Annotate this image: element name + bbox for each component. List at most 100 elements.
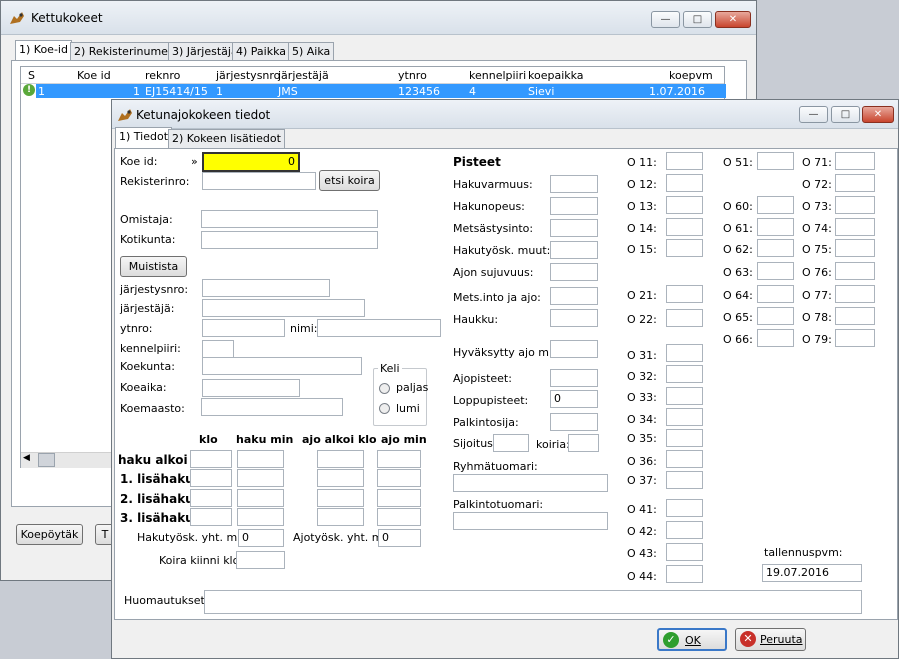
- tab-kokeen-lisatiedot[interactable]: 2) Kokeen lisätiedot: [168, 129, 285, 149]
- koepoytak-button[interactable]: Koepöytäk: [16, 524, 83, 545]
- tab-tiedot[interactable]: 1) Tiedot: [115, 127, 173, 149]
- o-14-field[interactable]: [666, 218, 703, 236]
- tab-paikka[interactable]: 4) Paikka: [232, 42, 291, 61]
- o-63-field[interactable]: [757, 262, 794, 280]
- o-12-field[interactable]: [666, 174, 703, 192]
- o-41-field[interactable]: [666, 499, 703, 517]
- o-61-field[interactable]: [757, 218, 794, 236]
- etsi-koira-button[interactable]: etsi koira: [319, 170, 380, 191]
- col-jarjestysnro[interactable]: järjestysnro: [216, 69, 280, 82]
- o-62-field[interactable]: [757, 239, 794, 257]
- minimize-button[interactable]: —: [651, 11, 680, 28]
- o-60-field[interactable]: [757, 196, 794, 214]
- hakuvarmuus-field[interactable]: [550, 175, 598, 193]
- hakutyosk-muut-field[interactable]: [550, 241, 598, 259]
- o-73-field[interactable]: [835, 196, 875, 214]
- o-76-field[interactable]: [835, 262, 875, 280]
- haku-alkoi-haku-min-field[interactable]: [237, 450, 284, 468]
- o-34-field[interactable]: [666, 408, 703, 426]
- o-78-field[interactable]: [835, 307, 875, 325]
- koe-id-field[interactable]: 0: [202, 152, 300, 172]
- o-21-field[interactable]: [666, 285, 703, 303]
- maximize-button[interactable]: □: [831, 106, 860, 123]
- horizontal-scrollbar[interactable]: [21, 452, 113, 468]
- ajopisteet-field[interactable]: [550, 369, 598, 387]
- col-kennelpiiri[interactable]: kennelpiiri: [469, 69, 526, 82]
- col-koe-id[interactable]: Koe id: [77, 69, 111, 82]
- tab-rekisterinumero[interactable]: 2) Rekisterinumero: [70, 42, 183, 61]
- loppupisteet-field[interactable]: 0: [550, 390, 598, 408]
- lisahaku2-ajo-min-field[interactable]: [377, 489, 421, 507]
- o-64-field[interactable]: [757, 285, 794, 303]
- o-37-field[interactable]: [666, 471, 703, 489]
- ajotyosk-yht-field[interactable]: 0: [378, 529, 421, 547]
- o-65-field[interactable]: [757, 307, 794, 325]
- ryhmatuomari-field[interactable]: [453, 474, 608, 492]
- hakunopeus-field[interactable]: [550, 197, 598, 215]
- o-32-field[interactable]: [666, 365, 703, 383]
- haku-alkoi-ajo-min-field[interactable]: [377, 450, 421, 468]
- sijoitus-field[interactable]: [493, 434, 529, 452]
- metsastysinto-field[interactable]: [550, 219, 598, 237]
- lumi-radio[interactable]: [379, 403, 390, 414]
- huomautukset-field[interactable]: [204, 590, 862, 614]
- haku-alkoi-klo-field[interactable]: [190, 450, 232, 468]
- o-13-field[interactable]: [666, 196, 703, 214]
- o-66-field[interactable]: [757, 329, 794, 347]
- col-reknro[interactable]: reknro: [145, 69, 180, 82]
- rekisterinro-field[interactable]: [202, 172, 316, 190]
- col-koepvm[interactable]: koepvm: [669, 69, 713, 82]
- nimi-field[interactable]: [317, 319, 441, 337]
- o-74-field[interactable]: [835, 218, 875, 236]
- o-22-field[interactable]: [666, 309, 703, 327]
- koekunta-field[interactable]: [202, 357, 362, 375]
- hakutyosk-yht-field[interactable]: 0: [238, 529, 284, 547]
- col-s[interactable]: S: [28, 69, 35, 82]
- col-jarjestaja[interactable]: järjestäjä: [278, 69, 329, 82]
- col-koepaikka[interactable]: koepaikka: [528, 69, 584, 82]
- mets-into-ajo-field[interactable]: [550, 287, 598, 305]
- palkintosija-field[interactable]: [550, 413, 598, 431]
- o-72-field[interactable]: [835, 174, 875, 192]
- lisahaku3-ajo-min-field[interactable]: [377, 508, 421, 526]
- lisahaku2-klo-field[interactable]: [190, 489, 232, 507]
- o-15-field[interactable]: [666, 239, 703, 257]
- o-11-field[interactable]: [666, 152, 703, 170]
- ytnro-field[interactable]: [202, 319, 285, 337]
- close-button[interactable]: ✕: [862, 106, 894, 123]
- minimize-button[interactable]: —: [799, 106, 828, 123]
- ajon-sujuvuus-field[interactable]: [550, 263, 598, 281]
- o-36-field[interactable]: [666, 450, 703, 468]
- lisahaku1-ajo-alkoi-field[interactable]: [317, 469, 364, 487]
- haku-alkoi-ajo-alkoi-field[interactable]: [317, 450, 364, 468]
- muistista-button[interactable]: Muistista: [120, 256, 187, 277]
- close-button[interactable]: ✕: [715, 11, 751, 28]
- scroll-thumb[interactable]: [38, 453, 55, 467]
- haukku-field[interactable]: [550, 309, 598, 327]
- tab-koe-id[interactable]: 1) Koe-id: [15, 40, 72, 61]
- o-79-field[interactable]: [835, 329, 875, 347]
- lisahaku1-klo-field[interactable]: [190, 469, 232, 487]
- jarjestaja-field[interactable]: [202, 299, 365, 317]
- kotikunta-field[interactable]: [201, 231, 378, 249]
- lisahaku2-ajo-alkoi-field[interactable]: [317, 489, 364, 507]
- kennelpiiri-field[interactable]: [202, 340, 234, 358]
- lisahaku3-ajo-alkoi-field[interactable]: [317, 508, 364, 526]
- lisahaku3-haku-min-field[interactable]: [237, 508, 284, 526]
- tallennuspvm-field[interactable]: 19.07.2016: [762, 564, 862, 582]
- o-35-field[interactable]: [666, 429, 703, 447]
- lisahaku3-klo-field[interactable]: [190, 508, 232, 526]
- maximize-button[interactable]: □: [683, 11, 712, 28]
- o-71-field[interactable]: [835, 152, 875, 170]
- o-33-field[interactable]: [666, 387, 703, 405]
- paljas-radio[interactable]: [379, 383, 390, 394]
- o-51-field[interactable]: [757, 152, 794, 170]
- col-ytnro[interactable]: ytnro: [398, 69, 427, 82]
- jarjestysnro-field[interactable]: [202, 279, 330, 297]
- o-31-field[interactable]: [666, 344, 703, 362]
- peruuta-button[interactable]: ✕ Peruuta: [735, 628, 806, 651]
- koemaasto-field[interactable]: [201, 398, 343, 416]
- o-77-field[interactable]: [835, 285, 875, 303]
- scroll-left-icon[interactable]: ◀: [23, 453, 30, 463]
- palkintotuomari-field[interactable]: [453, 512, 608, 530]
